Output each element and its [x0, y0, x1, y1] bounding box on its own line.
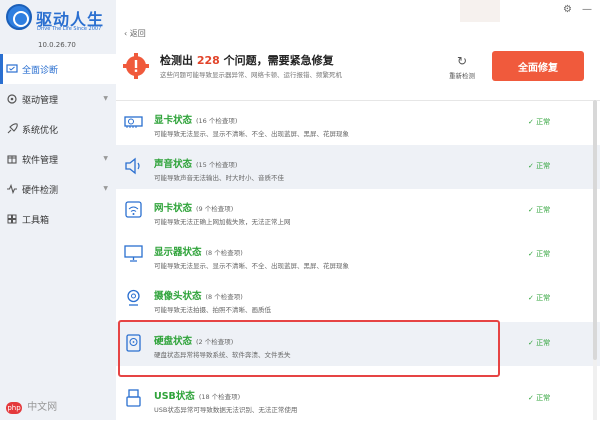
sidebar-item-driver[interactable]: 驱动管理 ▼	[0, 84, 116, 114]
driver-icon	[7, 94, 17, 104]
sidebar-item-hardware[interactable]: 硬件检测 ▼	[0, 174, 116, 204]
alert-title: 检测出 228 个问题，需要紧急修复	[160, 52, 334, 68]
watermark: php 中文网	[6, 398, 57, 414]
row-desc: 可能导致无法显示、显示不清晰、不全、出现蓝屏、黑屏、花屏现象	[154, 130, 349, 138]
sidebar-item-label: 驱动管理	[22, 95, 59, 106]
status-badge: ✓ 正常	[528, 250, 551, 258]
row-count: (8 个检查项)	[205, 293, 243, 301]
row-name: 摄像头状态 (8 个检查项)	[154, 288, 243, 302]
status-text: 正常	[536, 206, 551, 214]
list-item[interactable]: 声音状态 (15 个检查项) 可能导致声音无法输出、时大时小、音质不佳 ✓ 正常	[116, 145, 600, 189]
issue-count: 228	[196, 54, 220, 67]
row-count: (18 个检查项)	[198, 393, 241, 401]
row-count: (16 个检查项)	[196, 117, 238, 125]
topbar: ‹ 返回	[116, 0, 600, 38]
status-text: 正常	[536, 118, 551, 126]
graphics-card-icon	[124, 116, 143, 128]
row-title: 显卡状态	[154, 115, 193, 126]
app-logo: 驱动人生 Drive The Life Since 2007 10.0.26.7…	[6, 4, 116, 49]
chevron-down-icon: ▼	[103, 155, 108, 162]
scrollbar[interactable]	[593, 100, 597, 420]
status-text: 正常	[536, 339, 551, 347]
row-title: 声音状态	[154, 159, 193, 170]
sidebar-item-label: 系统优化	[22, 125, 59, 136]
status-badge: ✓ 正常	[528, 206, 551, 214]
list-item[interactable]: 显卡状态 (16 个检查项) 可能导致无法显示、显示不清晰、不全、出现蓝屏、黑屏、…	[116, 101, 600, 145]
sidebar-nav: 全面诊断 驱动管理 ▼ 系统优化 软件管理 ▼ 硬件检测 ▼ 工具箱	[0, 54, 116, 234]
chevron-down-icon: ▼	[103, 185, 108, 192]
sidebar-item-software[interactable]: 软件管理 ▼	[0, 144, 116, 174]
row-desc: 可能导致无法正确上网加载失败，无法正常上网	[154, 218, 291, 226]
sidebar-item-toolbox[interactable]: 工具箱	[0, 204, 116, 234]
list-item[interactable]: 显示器状态 (8 个检查项) 可能导致无法显示、显示不清晰、不全、出现蓝屏、黑屏、…	[116, 233, 600, 277]
row-desc: 可能导致无法显示、显示不清晰、不全、出现蓝屏、黑屏、花屏现象	[154, 262, 349, 270]
row-desc: 可能导致无法拍摄、拍照不清晰、画质低	[154, 306, 271, 314]
php-logo: php	[6, 402, 22, 414]
status-badge: ✓ 正常	[528, 394, 551, 402]
pulse-icon	[7, 183, 17, 195]
rescan-label: 重新检测	[449, 72, 475, 80]
list-item[interactable]: USB状态 (18 个检查项) USB状态异常可导致数据无法识别、无法正常使用 ✓…	[116, 377, 600, 421]
status-badge: ✓ 正常	[528, 294, 551, 302]
list-item[interactable]: 摄像头状态 (8 个检查项) 可能导致无法拍摄、拍照不清晰、画质低 ✓ 正常	[116, 277, 600, 321]
alert-title-prefix: 检测出	[160, 54, 193, 67]
back-button[interactable]: ‹ 返回	[124, 28, 146, 39]
row-title: 摄像头状态	[154, 291, 202, 302]
status-text: 正常	[536, 250, 551, 258]
row-count: (8 个检查项)	[205, 249, 243, 257]
alert-title-suffix: 个问题，需要紧急修复	[223, 54, 334, 67]
row-title: 网卡状态	[154, 203, 193, 214]
list-item[interactable]: 网卡状态 (9 个检查项) 可能导致无法正确上网加载失败，无法正常上网 ✓ 正常	[116, 189, 600, 233]
app-version: 10.0.26.70	[38, 41, 76, 49]
alert-description: 这些问题可能导致显示器异常、网络卡顿、运行报错、频繁死机	[160, 71, 342, 79]
row-name: 声音状态 (15 个检查项)	[154, 156, 237, 170]
sidebar-item-label: 全面诊断	[22, 65, 59, 76]
usb-icon	[126, 389, 141, 407]
package-icon	[7, 155, 17, 164]
sidebar-item-label: 软件管理	[22, 155, 59, 166]
sidebar-item-label: 硬件检测	[22, 185, 59, 196]
sidebar: 驱动人生 Drive The Life Since 2007 10.0.26.7…	[0, 0, 116, 420]
sidebar-item-diagnosis[interactable]: 全面诊断	[0, 54, 116, 84]
toolbox-icon	[7, 214, 17, 224]
status-badge: ✓ 正常	[528, 118, 551, 126]
wifi-icon	[125, 201, 142, 218]
webcam-icon	[127, 289, 140, 306]
monitor-icon	[124, 245, 143, 262]
chevron-down-icon: ▼	[103, 95, 108, 102]
sidebar-item-label: 工具箱	[22, 215, 50, 226]
status-text: 正常	[536, 294, 551, 302]
sidebar-item-optimize[interactable]: 系统优化	[0, 114, 116, 144]
status-badge: ✓ 正常	[528, 339, 551, 347]
status-text: 正常	[536, 162, 551, 170]
app-subtitle: Drive The Life Since 2007	[37, 26, 102, 32]
row-name: 网卡状态 (9 个检查项)	[154, 200, 233, 214]
warning-gear-icon	[123, 53, 149, 79]
row-desc: 可能导致声音无法输出、时大时小、音质不佳	[154, 174, 284, 182]
status-badge: ✓ 正常	[528, 162, 551, 170]
rescan-button[interactable]: ↻ 重新检测	[444, 54, 480, 80]
row-title: USB状态	[154, 391, 195, 402]
speaker-icon	[125, 157, 140, 175]
scrollbar-thumb[interactable]	[593, 100, 597, 360]
back-label: 返回	[129, 29, 146, 38]
logo-icon	[6, 4, 32, 30]
fix-all-button[interactable]: 全面修复	[492, 51, 584, 81]
row-title: 显示器状态	[154, 247, 202, 258]
diagnosis-alert: 检测出 228 个问题，需要紧急修复 这些问题可能导致显示器异常、网络卡顿、运行…	[116, 44, 600, 94]
highlight-box	[118, 320, 500, 377]
row-desc: USB状态异常可导致数据无法识别、无法正常使用	[154, 406, 298, 414]
row-count: (15 个检查项)	[196, 161, 238, 169]
row-name: 显示器状态 (8 个检查项)	[154, 244, 243, 258]
watermark-text: 中文网	[27, 402, 58, 413]
refresh-icon: ↻	[456, 54, 468, 68]
status-text: 正常	[536, 394, 551, 402]
row-count: (9 个检查项)	[196, 205, 234, 213]
rocket-icon	[7, 123, 18, 134]
monitor-check-icon	[6, 64, 18, 73]
row-name: USB状态 (18 个检查项)	[154, 388, 240, 402]
row-name: 显卡状态 (16 个检查项)	[154, 112, 237, 126]
